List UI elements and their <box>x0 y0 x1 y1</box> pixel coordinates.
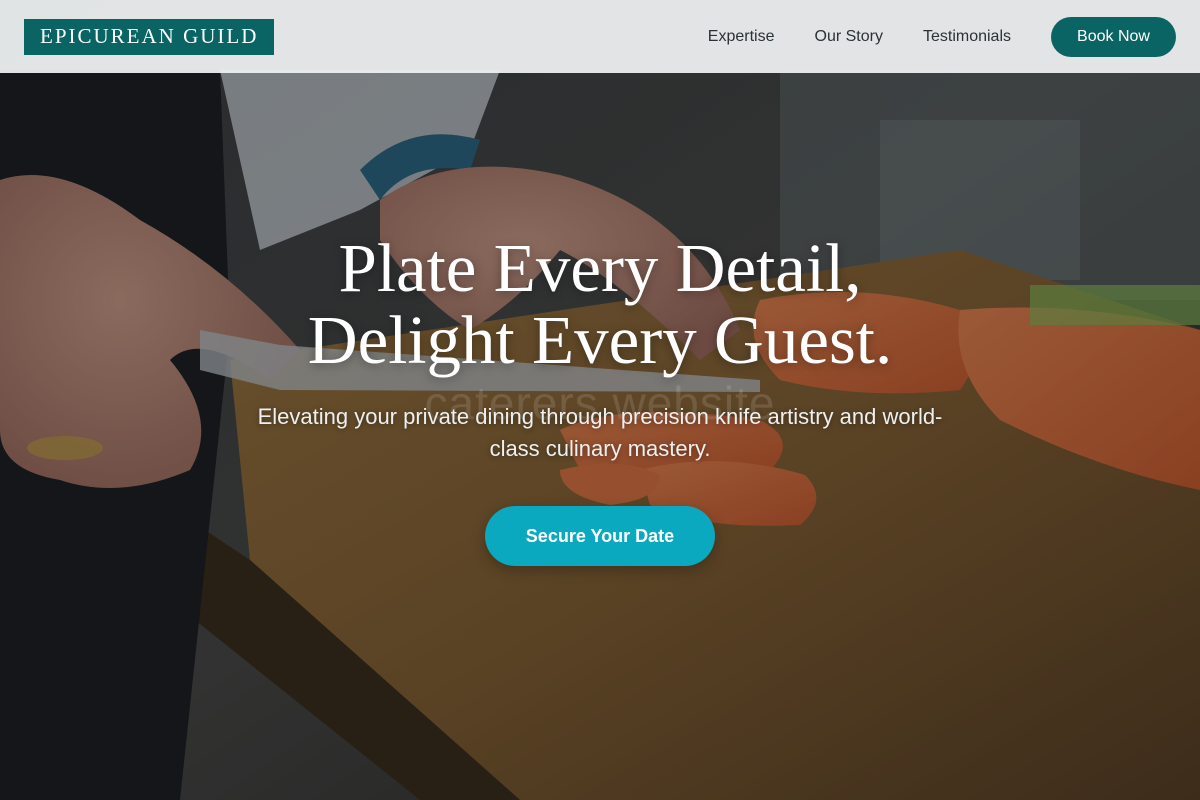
hero-title-line-1: Plate Every Detail, <box>338 230 862 306</box>
secure-your-date-button[interactable]: Secure Your Date <box>485 506 715 566</box>
site-header: EPICUREAN GUILD Expertise Our Story Test… <box>0 0 1200 73</box>
nav-link-expertise[interactable]: Expertise <box>708 28 775 46</box>
hero-subtitle: Elevating your private dining through pr… <box>257 404 943 461</box>
book-now-button[interactable]: Book Now <box>1051 16 1176 57</box>
nav-link-testimonials[interactable]: Testimonials <box>923 28 1011 46</box>
hero-title-line-2: Delight Every Guest. <box>307 302 893 378</box>
brand-logo[interactable]: EPICUREAN GUILD <box>24 18 275 55</box>
hero-content: Plate Every Detail, Delight Every Guest.… <box>0 232 1200 566</box>
nav-link-our-story[interactable]: Our Story <box>815 28 883 46</box>
main-nav: Expertise Our Story Testimonials Book No… <box>708 16 1176 57</box>
hero-title: Plate Every Detail, Delight Every Guest. <box>308 232 892 376</box>
